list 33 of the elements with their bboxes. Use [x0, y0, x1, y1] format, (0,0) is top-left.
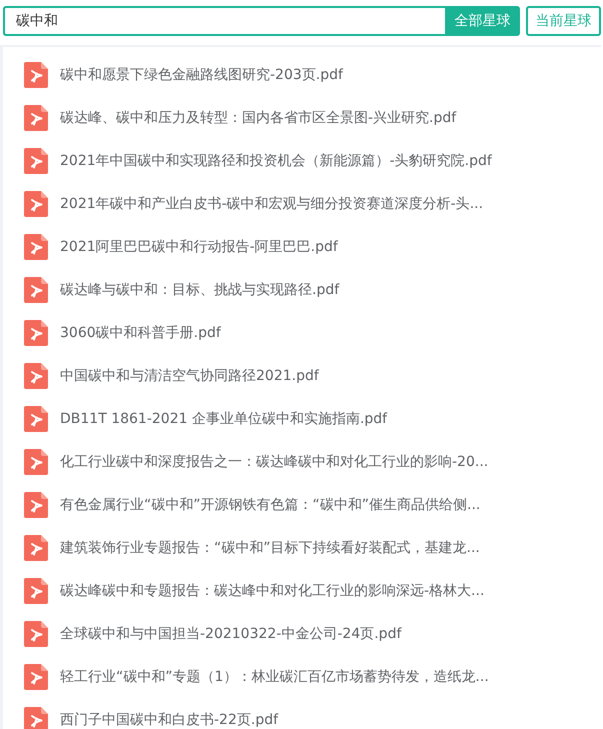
file-name-link[interactable]: 建筑装饰行业专题报告：“碳中和”目标下持续看好装配式，基建龙...	[60, 538, 480, 556]
pdf-file-icon	[24, 148, 48, 174]
file-name-link[interactable]: 3060碳中和科普手册.pdf	[60, 324, 221, 342]
file-name-link[interactable]: 碳达峰碳中和专题报告：碳达峰中和对化工行业的影响深远-格林大...	[60, 582, 484, 600]
pdf-file-icon	[24, 320, 48, 346]
file-name-link[interactable]: DB11T 1861-2021 企事业单位碳中和实施指南.pdf	[60, 410, 388, 428]
file-name-link[interactable]: 2021年碳中和产业白皮书-碳中和宏观与细分投资赛道深度分析-头...	[60, 194, 484, 212]
file-name-link[interactable]: 2021年中国碳中和实现路径和投资机会（新能源篇）-头豹研究院.pdf	[60, 152, 492, 170]
file-name-link[interactable]: 轻工行业“碳中和”专题（1）：林业碳汇百亿市场蓄势待发，造纸龙...	[60, 668, 489, 686]
file-name-link[interactable]: 西门子中国碳中和白皮书-22页.pdf	[60, 710, 278, 728]
pdf-file-icon	[24, 492, 48, 518]
pdf-file-icon	[24, 62, 48, 88]
file-name-link[interactable]: 碳达峰、碳中和压力及转型：国内各省市区全景图-兴业研究.pdf	[60, 108, 456, 126]
pdf-file-icon	[24, 190, 48, 216]
pdf-file-icon	[24, 706, 48, 729]
search-field[interactable]: 碳中和	[3, 6, 445, 36]
file-name-link[interactable]: 碳达峰与碳中和：目标、挑战与实现路径.pdf	[60, 280, 340, 298]
pdf-file-icon	[24, 276, 48, 302]
file-name-link[interactable]: 碳中和愿景下绿色金融路线图研究-203页.pdf	[60, 66, 343, 84]
pdf-file-icon	[24, 620, 48, 646]
file-name-link[interactable]: 化工行业碳中和深度报告之一：碳达峰碳中和对化工行业的影响-20...	[60, 452, 488, 470]
pdf-file-icon	[24, 234, 48, 260]
file-name-link[interactable]: 有色金属行业“碳中和”开源钢铁有色篇：“碳中和”催生商品供给侧...	[60, 496, 480, 514]
file-name-link[interactable]: 全球碳中和与中国担当-20210322-中金公司-24页.pdf	[60, 624, 402, 642]
pdf-file-icon	[24, 362, 48, 388]
file-name-link[interactable]: 2021阿里巴巴碳中和行动报告-阿里巴巴.pdf	[60, 238, 338, 256]
pdf-file-icon	[24, 448, 48, 474]
pdf-file-icon	[24, 664, 48, 690]
pdf-file-icon	[24, 406, 48, 432]
file-name-link[interactable]: 中国碳中和与清洁空气协同路径2021.pdf	[60, 366, 319, 384]
pdf-file-icon	[24, 534, 48, 560]
pdf-file-icon	[24, 578, 48, 604]
pdf-file-icon	[24, 104, 48, 130]
